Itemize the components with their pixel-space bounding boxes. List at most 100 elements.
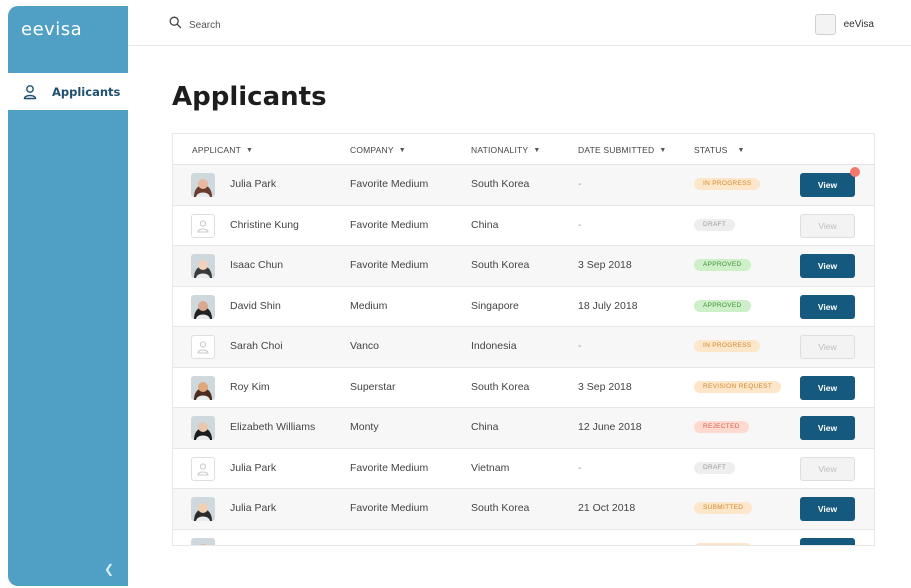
sort-caret-icon: ▼ (533, 146, 541, 154)
table-row[interactable]: View (173, 530, 874, 545)
status-badge: APPROVED (694, 299, 751, 312)
date-submitted: - (578, 178, 582, 190)
table-row[interactable]: Julia Park Favorite Medium South Korea 21 O… (173, 489, 874, 530)
applicant-name: Sarah Choi (230, 340, 283, 352)
applicant-photo (191, 416, 215, 440)
applicant-photo (191, 254, 215, 278)
applicant-photo (191, 294, 215, 319)
applicant-photo (191, 375, 215, 400)
column-label: APPLICANT (192, 145, 242, 155)
status-badge (694, 542, 752, 545)
company-name: Favorite Medium (350, 218, 429, 231)
company-name: Favorite Medium (350, 178, 429, 190)
sidebar: eevisa Applicants ❮ (8, 6, 128, 586)
company-name: Monty (350, 421, 379, 433)
nationality: South Korea (471, 502, 530, 514)
company-name: Superstar (350, 380, 396, 393)
user-icon (22, 84, 38, 100)
applicant-name: Julia Park (230, 178, 277, 190)
status-badge: REVISION REQUEST (694, 380, 782, 393)
company-name: Medium (350, 299, 388, 312)
applicant-name: Isaac Chun (230, 259, 284, 271)
brand-logo: eevisa (21, 19, 83, 40)
applicant-photo (191, 497, 215, 521)
company-name: Vanco (350, 340, 379, 352)
user-placeholder-icon (191, 213, 215, 238)
table-row[interactable]: Sarah Choi Vanco Indonesia - IN PROGRESS View (173, 327, 874, 368)
date-submitted: - (578, 340, 582, 352)
status-badge: DRAFT (694, 461, 736, 474)
avatar (814, 14, 836, 35)
applicants-table: APPLICANT ▼ COMPANY ▼ NATIONALITY ▼ DATE SU… (172, 133, 875, 546)
date-submitted: 12 June 2018 (578, 421, 642, 433)
status-badge: REJECTED (694, 421, 749, 433)
applicant-photo (191, 173, 215, 197)
search-input[interactable]: Search (189, 20, 221, 31)
date-submitted: 3 Sep 2018 (578, 380, 632, 393)
date-submitted: - (578, 461, 582, 474)
table-row[interactable]: Julia Park Favorite Medium Vietnam - DRAFT Vi… (173, 449, 874, 489)
column-header-date-submitted[interactable]: DATE SUBMITTED ▼ (578, 145, 666, 155)
table-row[interactable]: Julia Park Favorite Medium South Korea - IN … (173, 165, 874, 206)
account-menu[interactable]: eeVisa (814, 14, 874, 35)
view-button[interactable]: View (800, 173, 855, 197)
user-placeholder-icon (191, 335, 215, 359)
column-label: NATIONALITY (471, 145, 529, 155)
page-title: Applicants (172, 82, 327, 112)
table-row[interactable]: Roy Kim Superstar South Korea 3 Sep 2018 REV… (173, 368, 874, 408)
company-name: Favorite Medium (350, 502, 429, 514)
sort-caret-icon: ▼ (659, 146, 667, 154)
applicant-name: Christine Kung (230, 218, 299, 231)
applicant-name: Elizabeth Williams (230, 421, 316, 433)
view-button[interactable]: View (800, 254, 855, 278)
table-row[interactable]: Isaac Chun Favorite Medium South Korea 3 Se… (173, 246, 874, 287)
search-icon (169, 16, 182, 34)
table-row[interactable]: Christine Kung Favorite Medium China - DRAFT… (173, 206, 874, 246)
view-button[interactable]: View (800, 294, 855, 319)
column-label: DATE SUBMITTED (578, 145, 655, 155)
chevron-left-icon[interactable]: ❮ (104, 562, 114, 576)
account-name: eeVisa (843, 19, 874, 30)
status-badge: DRAFT (694, 218, 736, 231)
status-badge: IN PROGRESS (694, 178, 761, 190)
applicant-name: Roy Kim (230, 380, 270, 393)
notification-dot (850, 167, 860, 177)
view-button[interactable]: View (800, 416, 855, 440)
user-placeholder-icon (191, 456, 215, 481)
view-button[interactable]: View (800, 335, 855, 359)
view-button[interactable]: View (800, 213, 855, 238)
column-header-company[interactable]: COMPANY ▼ (350, 145, 406, 155)
table-body: Julia Park Favorite Medium South Korea - IN … (173, 165, 874, 545)
column-label: STATUS (694, 145, 728, 155)
view-button[interactable]: View (800, 537, 855, 545)
sort-caret-icon: ▼ (398, 146, 406, 154)
status-badge: APPROVED (694, 259, 751, 271)
nationality: Vietnam (471, 461, 510, 474)
view-button[interactable]: View (800, 497, 855, 521)
sidebar-item-applicants[interactable]: Applicants (8, 73, 128, 110)
table-row[interactable]: Elizabeth Williams Monty China 12 June 2018… (173, 408, 874, 449)
nationality: South Korea (471, 259, 530, 271)
sort-caret-icon: ▼ (737, 146, 745, 154)
status-badge: IN PROGRESS (694, 340, 761, 352)
nationality: Indonesia (471, 340, 517, 352)
table-row[interactable]: David Shin Medium Singapore 18 July 2018 APP… (173, 287, 874, 327)
applicant-name: David Shin (230, 299, 281, 312)
company-name: Favorite Medium (350, 461, 429, 474)
column-header-nationality[interactable]: NATIONALITY ▼ (471, 145, 540, 155)
column-header-applicant[interactable]: APPLICANT ▼ (192, 145, 253, 155)
nationality: South Korea (471, 380, 530, 393)
date-submitted: 21 Oct 2018 (578, 502, 636, 514)
view-button[interactable]: View (800, 456, 855, 481)
status-badge: SUBMITTED (694, 502, 753, 514)
column-header-status[interactable]: STATUS ▼ (694, 145, 745, 155)
view-button[interactable]: View (800, 375, 855, 400)
applicant-name: Julia Park (230, 502, 277, 514)
search-box[interactable]: Search (169, 16, 221, 34)
date-submitted: 18 July 2018 (578, 299, 638, 312)
top-bar: Search eeVisa (128, 6, 911, 46)
date-submitted: 3 Sep 2018 (578, 259, 632, 271)
sort-caret-icon: ▼ (246, 146, 254, 154)
table-header: APPLICANT ▼ COMPANY ▼ NATIONALITY ▼ DATE SU… (173, 134, 874, 165)
date-submitted: - (578, 218, 582, 231)
